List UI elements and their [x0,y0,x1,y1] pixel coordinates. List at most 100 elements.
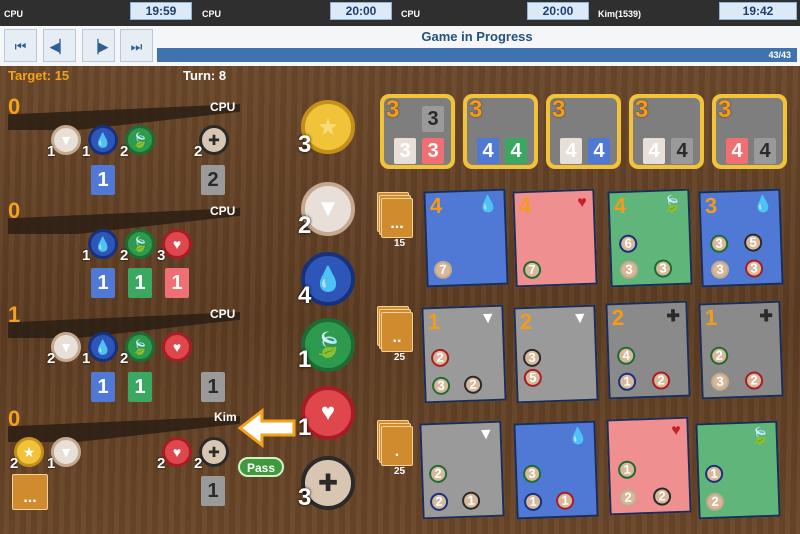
white-token: ▼ [51,125,81,155]
green-cost: 1 [617,460,637,480]
blue-card-count: 1 [91,268,115,298]
bank-count: 1 [298,414,312,441]
noble-tile[interactable]: 3 4 4 [546,94,621,169]
white-requirement: 3 [394,138,416,164]
blue-cost: 2 [429,492,449,512]
development-card[interactable]: 4 ♥ 7 [512,188,598,288]
red-card-count: 1 [165,268,189,298]
blue-cost: 1 [617,372,637,392]
bank-count: 2 [298,212,312,239]
development-card[interactable]: 🍃 1 2 [695,420,781,520]
red-cost: 2 [744,371,764,390]
token-count: 2 [120,247,129,264]
development-card[interactable]: 1 ▼ 2 3 2 [421,304,507,404]
blue-requirement: 4 [477,138,499,164]
token-count: 1 [47,143,56,160]
last-move-button[interactable]: ⏭ [120,29,153,62]
green-cost: 4 [616,346,636,366]
red-token: ♥ [162,229,192,259]
development-card[interactable]: 2 ▼ 3 5 [513,304,599,404]
development-card[interactable]: ♥ 1 2 2 [606,416,692,516]
bank-count: 4 [298,282,312,309]
green-cost: 3 [709,234,729,254]
development-card[interactable]: 3 💧 3 5 3 3 [698,188,784,288]
blue-requirement: 4 [588,138,610,164]
blue-card-count: 1 [91,372,115,402]
noble-tile[interactable]: 3 4 4 [463,94,538,169]
deck-tier-dots: . [381,426,413,466]
development-card[interactable]: 4 🍃 6 3 3 [607,188,693,288]
red-cost: 2 [430,348,450,368]
black-card-count: 1 [201,372,225,402]
black-gem-icon: ✚ [666,307,681,326]
green-cost: 3 [653,259,673,278]
first-icon: ⏮ [14,39,27,54]
tier1-deck[interactable]: . [377,420,413,466]
blue-token: 💧 [88,229,118,259]
deck-tier-dots: .. [381,312,413,352]
green-requirement: 4 [505,138,527,164]
noble-tile[interactable]: 3 4 4 [712,94,787,169]
white-cost: 3 [619,260,639,280]
black-cost: 1 [461,491,481,511]
target-label: Target: 15 [8,68,70,83]
reserved-card[interactable]: ... [12,474,48,510]
green-cost: 7 [522,260,542,280]
white-cost: 3 [710,372,730,392]
bank-count: 3 [298,484,312,511]
player-name: Kim(1539) [598,9,642,19]
tier3-deck[interactable]: ... [377,192,413,238]
black-card-count: 2 [201,165,225,195]
noble-tile[interactable]: 3 3 3 3 [380,94,455,169]
pass-button[interactable]: Pass [238,457,284,477]
first-move-button[interactable]: ⏮ [4,29,37,62]
white-cost: 2 [705,492,725,512]
player-name: CPU [210,307,236,321]
turn-label: Turn: 8 [183,68,227,83]
next-icon: ▕▶ [88,39,109,54]
noble-tile[interactable]: 3 4 4 [629,94,704,169]
red-token: ♥ [162,437,192,467]
deck-count: 15 [394,238,406,249]
development-card[interactable]: ▼ 2 2 1 [419,420,505,520]
token-count: 1 [82,247,91,264]
panel-divider [8,416,240,442]
development-card[interactable]: 💧 3 1 1 [513,420,599,520]
white-gem-icon: ▼ [571,309,589,328]
previous-move-button[interactable]: ◀▏ [43,29,76,62]
panel-divider [8,312,240,338]
player-timer: 19:42 [719,2,797,20]
red-cost: 2 [651,371,671,390]
next-move-button[interactable]: ▕▶ [82,29,115,62]
blue-cost: 1 [704,464,724,484]
black-cost: 3 [522,348,542,368]
white-gem-icon: ▼ [479,309,497,328]
blue-card-count: 1 [91,165,115,195]
black-token: ✚ [199,125,229,155]
deck-count: 25 [394,352,406,363]
blue-gem-icon: 💧 [477,195,499,214]
blue-gem-icon: 💧 [752,195,774,214]
black-token: ✚ [199,437,229,467]
progress-bar[interactable]: 43/43 [157,48,797,62]
noble-points: 3 [469,96,483,123]
card-points: 4 [518,192,532,219]
development-card[interactable]: 1 ✚ 2 3 2 [698,300,784,400]
red-gem-icon: ♥ [576,193,588,212]
player-name: CPU [202,9,222,19]
black-cost: 2 [463,375,483,395]
noble-points: 3 [386,96,400,123]
token-count: 2 [120,350,129,367]
white-cost: 2 [618,488,638,508]
player-name: CPU [210,204,236,218]
white-requirement: 4 [560,138,582,164]
blue-gem-icon: 💧 [567,427,589,446]
red-requirement: 4 [726,138,748,164]
token-count: 2 [120,143,129,160]
card-points: 4 [613,192,627,219]
deck-count: 25 [394,466,406,477]
tier2-deck[interactable]: .. [377,306,413,352]
development-card[interactable]: 4 💧 7 [423,188,509,288]
development-card[interactable]: 2 ✚ 4 1 2 [605,300,691,400]
player-name: CPU [210,100,236,114]
